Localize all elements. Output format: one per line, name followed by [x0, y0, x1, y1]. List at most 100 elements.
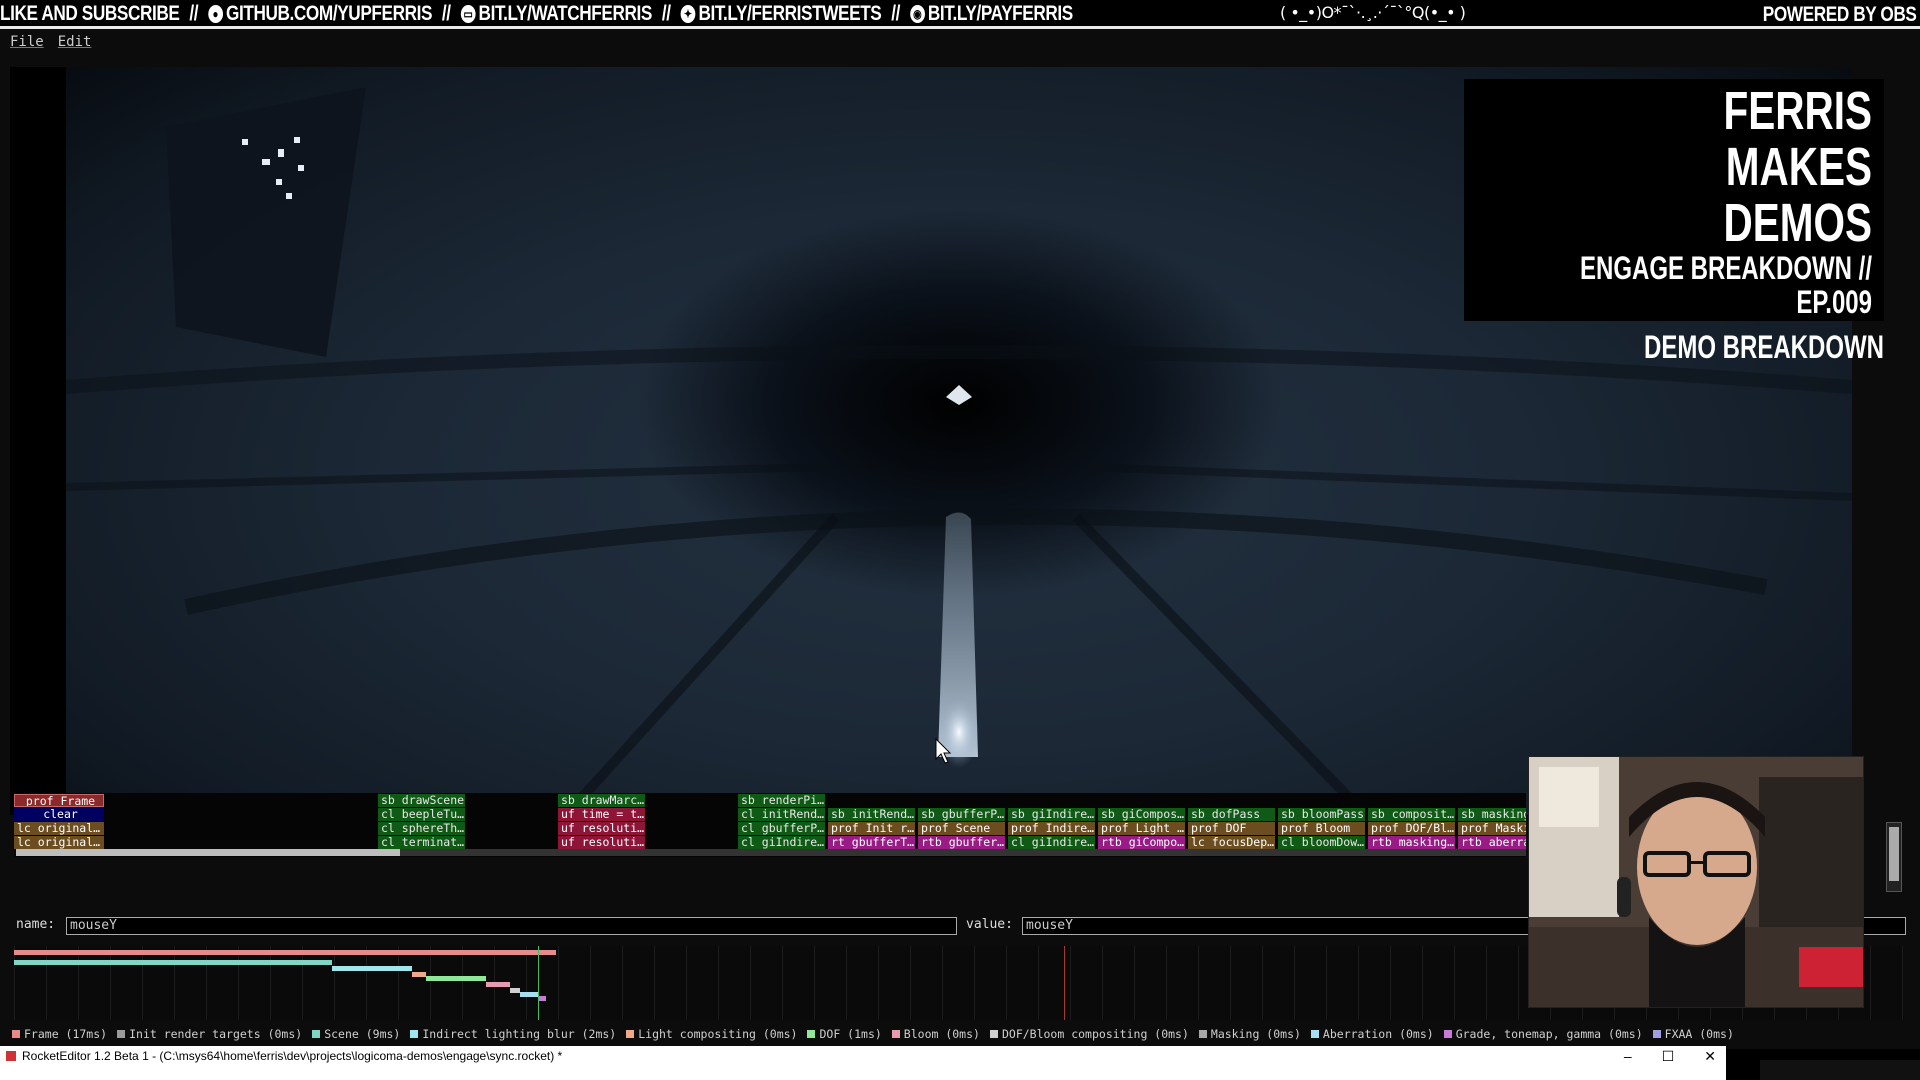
- overlay-title: FERRIS MAKES DEMOS: [1723, 81, 1872, 253]
- legend-label: Aberration (0ms): [1322, 1027, 1434, 1041]
- timeline-gridline: [1006, 946, 1007, 1020]
- banner-link-3[interactable]: BIT.LY/FERRISTWEETS: [698, 2, 881, 26]
- timeline-gridline: [1294, 946, 1295, 1020]
- webcam-feed: [1528, 756, 1864, 1008]
- track-cell[interactable]: cl gbufferP…: [738, 822, 825, 835]
- track-cell[interactable]: rtb masking…: [1368, 836, 1455, 849]
- legend-item: DOF (1ms): [807, 1027, 882, 1041]
- banner-link-1[interactable]: GITHUB.COM/YUPFERRIS: [226, 2, 433, 26]
- track-cell[interactable]: sb drawMarc…: [558, 794, 645, 807]
- track-cell[interactable]: prof Light …: [1098, 822, 1185, 835]
- track-cell[interactable]: sb dofPass: [1188, 808, 1275, 821]
- legend-item: Indirect lighting blur (2ms): [410, 1027, 616, 1041]
- banner-powered-by: POWERED BY OBS: [1762, 3, 1916, 26]
- overlay-tag: DEMO BREAKDOWN: [1644, 329, 1884, 365]
- track-cell[interactable]: cl giIndire…: [1008, 836, 1095, 849]
- track-cell[interactable]: sb gbufferP…: [918, 808, 1005, 821]
- track-panel[interactable]: prof Frame sb drawScene sb drawMarc… sb ren…: [14, 793, 1526, 857]
- close-button[interactable]: ✕: [1704, 1046, 1716, 1066]
- track-horizontal-scrollbar[interactable]: [16, 849, 1526, 856]
- track-scroll-thumb[interactable]: [16, 849, 400, 856]
- stream-banner: LIKE AND SUBSCRIBE // ● GITHUB.COM/YUPFERRI…: [0, 0, 1920, 28]
- legend-swatch: [989, 1030, 998, 1038]
- timeline-gridline: [526, 946, 527, 1020]
- legend-label: Light compositing (0ms): [638, 1027, 798, 1041]
- menu-edit[interactable]: Edit: [58, 34, 92, 50]
- track-cell[interactable]: prof Maski: [1458, 822, 1526, 835]
- timeline-gridline: [334, 946, 335, 1020]
- track-cell[interactable]: rtb aberra: [1458, 836, 1526, 849]
- track-cell[interactable]: lc original…: [14, 836, 104, 849]
- banner-link-0[interactable]: LIKE AND SUBSCRIBE: [0, 2, 180, 26]
- track-cell[interactable]: clear: [14, 808, 104, 821]
- track-cell[interactable]: rtb giCompo…: [1098, 836, 1185, 849]
- timeline-playhead[interactable]: [538, 946, 539, 1020]
- track-cell[interactable]: sb bloomPass: [1278, 808, 1365, 821]
- timeline-gridline: [142, 946, 143, 1020]
- track-cell[interactable]: uf resoluti…: [558, 836, 645, 849]
- timeline-gridline: [878, 946, 879, 1020]
- track-cell[interactable]: sb giIndire…: [1008, 808, 1095, 821]
- window-title-bar[interactable]: RocketEditor 1.2 Beta 1 - (C:\msys64\hom…: [0, 1046, 1726, 1066]
- timeline-gridline: [110, 946, 111, 1020]
- legend-label: Indirect lighting blur (2ms): [422, 1027, 617, 1041]
- track-cell[interactable]: sb renderPi…: [738, 794, 825, 807]
- timeline-gridline: [462, 946, 463, 1020]
- track-cell[interactable]: cl sphereTh…: [378, 822, 465, 835]
- banner-separator: //: [891, 2, 900, 25]
- timeline-gridline: [750, 946, 751, 1020]
- track-cell[interactable]: rtb gbuffer…: [918, 836, 1005, 849]
- twitter-icon: ✦: [680, 5, 696, 23]
- timeline-gridline: [1518, 946, 1519, 1020]
- track-cell[interactable]: prof Bloom: [1278, 822, 1365, 835]
- timeline-gridline: [1038, 946, 1039, 1020]
- name-field[interactable]: mouseY: [66, 917, 957, 935]
- track-cell[interactable]: sb giCompos…: [1098, 808, 1185, 821]
- timeline-gridline: [910, 946, 911, 1020]
- track-cell[interactable]: cl terminat…: [378, 836, 465, 849]
- track-cell[interactable]: prof Scene: [918, 822, 1005, 835]
- track-cell[interactable]: cl beepleTu…: [378, 808, 465, 821]
- timeline-gridline: [1422, 946, 1423, 1020]
- track-cell[interactable]: sb drawScene: [378, 794, 465, 807]
- minimize-button[interactable]: –: [1624, 1046, 1632, 1066]
- track-cell[interactable]: sb composit…: [1368, 808, 1455, 821]
- timeline-gridline: [14, 946, 15, 1020]
- track-cell[interactable]: uf time = t…: [558, 808, 645, 821]
- taskbar-thumbnail: [1760, 1060, 1920, 1080]
- banner-link-4[interactable]: BIT.LY/PAYFERRIS: [928, 2, 1073, 26]
- legend-item: Aberration (0ms): [1310, 1027, 1434, 1041]
- track-cell[interactable]: lc original…: [14, 822, 104, 835]
- legend-label: DOF/Bloom compositing (0ms): [1001, 1027, 1189, 1041]
- timeline-gridline: [814, 946, 815, 1020]
- banner-separator: //: [661, 2, 671, 25]
- app-icon: [6, 1051, 16, 1061]
- banner-link-2[interactable]: BIT.LY/WATCHFERRIS: [479, 2, 653, 26]
- menu-bar: File Edit: [0, 29, 1920, 55]
- track-cell[interactable]: cl giIndire…: [738, 836, 825, 849]
- track-cell[interactable]: lc focusDep…: [1188, 836, 1275, 849]
- name-label: name:: [16, 917, 56, 932]
- timeline-gridline: [622, 946, 623, 1020]
- track-vscroll-thumb[interactable]: [1889, 827, 1899, 881]
- track-cell[interactable]: sb initRend…: [828, 808, 915, 821]
- timeline-gridline: [558, 946, 559, 1020]
- track-cell[interactable]: cl initRend…: [738, 808, 825, 821]
- timeline-bar: [14, 960, 332, 965]
- banner-separator: //: [189, 2, 199, 25]
- timeline-gridline: [1102, 946, 1103, 1020]
- episode-overlay: FERRIS MAKES DEMOS ENGAGE BREAKDOWN // E…: [1464, 79, 1884, 367]
- menu-file[interactable]: File: [10, 34, 44, 50]
- maximize-button[interactable]: ☐: [1662, 1046, 1675, 1066]
- timeline-gridline: [1390, 946, 1391, 1020]
- track-cell[interactable]: uf resoluti…: [558, 822, 645, 835]
- track-cell[interactable]: rt gbufferT…: [828, 836, 915, 849]
- track-cell[interactable]: prof Frame: [14, 794, 104, 807]
- track-cell[interactable]: sb masking: [1458, 808, 1526, 821]
- track-cell[interactable]: prof Init r…: [828, 822, 915, 835]
- track-vertical-scrollbar[interactable]: [1886, 822, 1902, 892]
- track-cell[interactable]: prof DOF: [1188, 822, 1275, 835]
- track-cell[interactable]: cl bloomDow…: [1278, 836, 1365, 849]
- track-cell[interactable]: prof DOF/Bl…: [1368, 822, 1455, 835]
- track-cell[interactable]: prof Indire…: [1008, 822, 1095, 835]
